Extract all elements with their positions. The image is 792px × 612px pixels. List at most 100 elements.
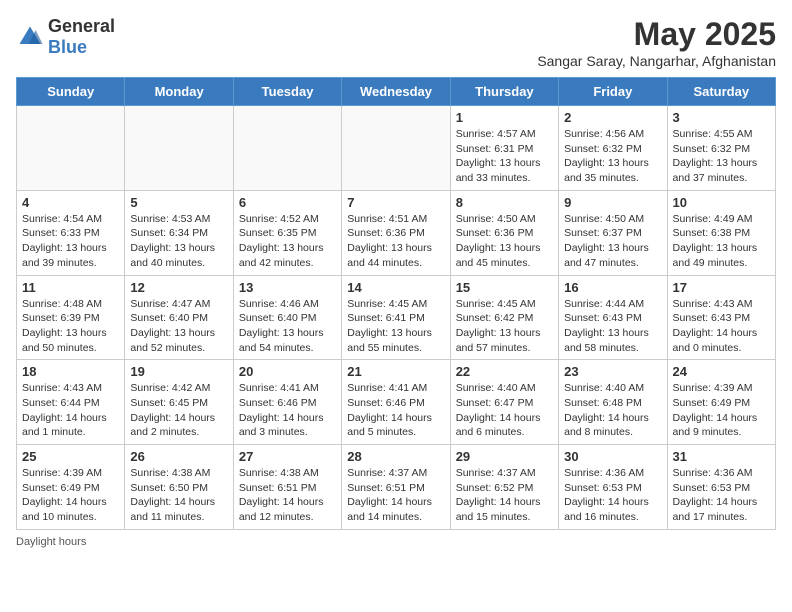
day-number: 19	[130, 364, 227, 379]
day-info: Sunrise: 4:47 AMSunset: 6:40 PMDaylight:…	[130, 297, 227, 356]
day-info: Sunrise: 4:37 AMSunset: 6:52 PMDaylight:…	[456, 466, 553, 525]
day-number: 24	[673, 364, 770, 379]
day-number: 26	[130, 449, 227, 464]
day-number: 10	[673, 195, 770, 210]
page-header: General Blue May 2025 Sangar Saray, Nang…	[16, 16, 776, 69]
day-info: Sunrise: 4:52 AMSunset: 6:35 PMDaylight:…	[239, 212, 336, 271]
calendar-cell	[233, 106, 341, 191]
calendar-cell: 23 Sunrise: 4:40 AMSunset: 6:48 PMDayligh…	[559, 360, 667, 445]
location-subtitle: Sangar Saray, Nangarhar, Afghanistan	[537, 53, 776, 69]
day-number: 8	[456, 195, 553, 210]
day-info: Sunrise: 4:46 AMSunset: 6:40 PMDaylight:…	[239, 297, 336, 356]
day-info: Sunrise: 4:50 AMSunset: 6:36 PMDaylight:…	[456, 212, 553, 271]
day-number: 7	[347, 195, 444, 210]
calendar-cell: 24 Sunrise: 4:39 AMSunset: 6:49 PMDayligh…	[667, 360, 775, 445]
calendar-table: SundayMondayTuesdayWednesdayThursdayFrid…	[16, 77, 776, 530]
weekday-header: Friday	[559, 78, 667, 106]
calendar-cell: 20 Sunrise: 4:41 AMSunset: 6:46 PMDayligh…	[233, 360, 341, 445]
calendar-cell: 2Sunrise: 4:56 AMSunset: 6:32 PMDaylight…	[559, 106, 667, 191]
day-info: Sunrise: 4:44 AMSunset: 6:43 PMDaylight:…	[564, 297, 661, 356]
logo: General Blue	[16, 16, 115, 58]
calendar-cell: 13 Sunrise: 4:46 AMSunset: 6:40 PMDayligh…	[233, 275, 341, 360]
weekday-header: Thursday	[450, 78, 558, 106]
calendar-cell: 10 Sunrise: 4:49 AMSunset: 6:38 PMDayligh…	[667, 190, 775, 275]
weekday-header: Saturday	[667, 78, 775, 106]
calendar-cell: 7 Sunrise: 4:51 AMSunset: 6:36 PMDaylight…	[342, 190, 450, 275]
day-info: Sunrise: 4:51 AMSunset: 6:36 PMDaylight:…	[347, 212, 444, 271]
day-number: 14	[347, 280, 444, 295]
day-info: Sunrise: 4:48 AMSunset: 6:39 PMDaylight:…	[22, 297, 119, 356]
calendar-cell: 17 Sunrise: 4:43 AMSunset: 6:43 PMDayligh…	[667, 275, 775, 360]
logo-icon	[16, 23, 44, 51]
day-number: 11	[22, 280, 119, 295]
day-number: 25	[22, 449, 119, 464]
calendar-week-row: 18Sunrise: 4:43 AMSunset: 6:44 PMDayligh…	[17, 360, 776, 445]
calendar-cell: 5Sunrise: 4:53 AMSunset: 6:34 PMDaylight…	[125, 190, 233, 275]
day-number: 2	[564, 110, 661, 125]
day-info: Sunrise: 4:45 AMSunset: 6:41 PMDaylight:…	[347, 297, 444, 356]
day-info: Sunrise: 4:54 AMSunset: 6:33 PMDaylight:…	[22, 212, 119, 271]
day-info: Sunrise: 4:41 AMSunset: 6:46 PMDaylight:…	[347, 381, 444, 440]
day-number: 31	[673, 449, 770, 464]
logo-general: General	[48, 16, 115, 36]
day-info: Sunrise: 4:41 AMSunset: 6:46 PMDaylight:…	[239, 381, 336, 440]
weekday-header-row: SundayMondayTuesdayWednesdayThursdayFrid…	[17, 78, 776, 106]
day-info: Sunrise: 4:43 AMSunset: 6:43 PMDaylight:…	[673, 297, 770, 356]
calendar-week-row: 1Sunrise: 4:57 AMSunset: 6:31 PMDaylight…	[17, 106, 776, 191]
day-number: 6	[239, 195, 336, 210]
title-area: May 2025 Sangar Saray, Nangarhar, Afghan…	[537, 16, 776, 69]
calendar-cell: 21 Sunrise: 4:41 AMSunset: 6:46 PMDayligh…	[342, 360, 450, 445]
day-info: Sunrise: 4:50 AMSunset: 6:37 PMDaylight:…	[564, 212, 661, 271]
calendar-cell: 30Sunrise: 4:36 AMSunset: 6:53 PMDayligh…	[559, 445, 667, 530]
calendar-cell: 16 Sunrise: 4:44 AMSunset: 6:43 PMDayligh…	[559, 275, 667, 360]
day-number: 21	[347, 364, 444, 379]
calendar-cell	[17, 106, 125, 191]
day-info: Sunrise: 4:36 AMSunset: 6:53 PMDaylight:…	[564, 466, 661, 525]
day-info: Sunrise: 4:37 AMSunset: 6:51 PMDaylight:…	[347, 466, 444, 525]
day-info: Sunrise: 4:45 AMSunset: 6:42 PMDaylight:…	[456, 297, 553, 356]
calendar-cell: 18Sunrise: 4:43 AMSunset: 6:44 PMDayligh…	[17, 360, 125, 445]
day-number: 20	[239, 364, 336, 379]
day-info: Sunrise: 4:39 AMSunset: 6:49 PMDaylight:…	[673, 381, 770, 440]
day-number: 23	[564, 364, 661, 379]
month-title: May 2025	[537, 16, 776, 53]
day-info: Sunrise: 4:42 AMSunset: 6:45 PMDaylight:…	[130, 381, 227, 440]
calendar-cell: 8 Sunrise: 4:50 AMSunset: 6:36 PMDaylight…	[450, 190, 558, 275]
day-number: 22	[456, 364, 553, 379]
day-number: 15	[456, 280, 553, 295]
calendar-cell: 1Sunrise: 4:57 AMSunset: 6:31 PMDaylight…	[450, 106, 558, 191]
calendar-cell: 25Sunrise: 4:39 AMSunset: 6:49 PMDayligh…	[17, 445, 125, 530]
day-info: Sunrise: 4:38 AMSunset: 6:51 PMDaylight:…	[239, 466, 336, 525]
calendar-cell: 12 Sunrise: 4:47 AMSunset: 6:40 PMDayligh…	[125, 275, 233, 360]
calendar-cell: 26Sunrise: 4:38 AMSunset: 6:50 PMDayligh…	[125, 445, 233, 530]
calendar-cell: 19 Sunrise: 4:42 AMSunset: 6:45 PMDayligh…	[125, 360, 233, 445]
calendar-week-row: 4Sunrise: 4:54 AMSunset: 6:33 PMDaylight…	[17, 190, 776, 275]
footer: Daylight hours	[16, 536, 776, 548]
day-number: 12	[130, 280, 227, 295]
day-info: Sunrise: 4:36 AMSunset: 6:53 PMDaylight:…	[673, 466, 770, 525]
day-number: 17	[673, 280, 770, 295]
calendar-cell: 28 Sunrise: 4:37 AMSunset: 6:51 PMDayligh…	[342, 445, 450, 530]
day-info: Sunrise: 4:40 AMSunset: 6:48 PMDaylight:…	[564, 381, 661, 440]
day-number: 1	[456, 110, 553, 125]
calendar-cell: 9 Sunrise: 4:50 AMSunset: 6:37 PMDaylight…	[559, 190, 667, 275]
day-number: 13	[239, 280, 336, 295]
weekday-header: Sunday	[17, 78, 125, 106]
daylight-hours-label: Daylight hours	[16, 536, 86, 548]
day-number: 29	[456, 449, 553, 464]
day-info: Sunrise: 4:49 AMSunset: 6:38 PMDaylight:…	[673, 212, 770, 271]
calendar-cell: 11 Sunrise: 4:48 AMSunset: 6:39 PMDayligh…	[17, 275, 125, 360]
logo-text: General Blue	[48, 16, 115, 58]
calendar-cell: 3 Sunrise: 4:55 AMSunset: 6:32 PMDaylight…	[667, 106, 775, 191]
day-number: 9	[564, 195, 661, 210]
calendar-cell: 31 Sunrise: 4:36 AMSunset: 6:53 PMDayligh…	[667, 445, 775, 530]
weekday-header: Tuesday	[233, 78, 341, 106]
day-number: 28	[347, 449, 444, 464]
day-info: Sunrise: 4:43 AMSunset: 6:44 PMDaylight:…	[22, 381, 119, 440]
day-number: 3	[673, 110, 770, 125]
calendar-cell: 15 Sunrise: 4:45 AMSunset: 6:42 PMDayligh…	[450, 275, 558, 360]
day-info: Sunrise: 4:55 AMSunset: 6:32 PMDaylight:…	[673, 127, 770, 186]
calendar-week-row: 11 Sunrise: 4:48 AMSunset: 6:39 PMDayligh…	[17, 275, 776, 360]
day-number: 16	[564, 280, 661, 295]
weekday-header: Monday	[125, 78, 233, 106]
